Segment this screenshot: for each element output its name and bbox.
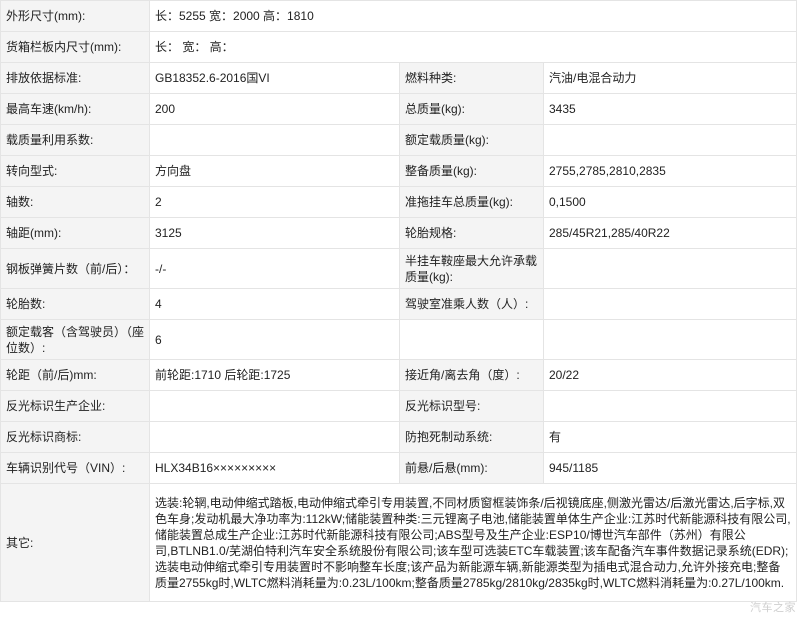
- spec-row-wheelbase: 轴距(mm): 3125 轮胎规格: 285/45R21,285/40R22: [0, 217, 798, 249]
- label-reflector-maker: 反光标识生产企业:: [0, 390, 150, 422]
- value-trailer-mass: 0,1500: [542, 186, 798, 218]
- vehicle-spec-table: 外形尺寸(mm): 长：5255 宽：2000 高：1810 货箱栏板内尺寸(m…: [0, 0, 798, 602]
- label-rated-load: 额定载质量(kg):: [399, 124, 544, 156]
- value-rated-load: [542, 124, 798, 156]
- label-trailer-mass: 准拖挂车总质量(kg):: [399, 186, 544, 218]
- label-cab-capacity: 驾驶室准乘人数（人）:: [399, 288, 544, 320]
- value-wheelbase: 3125: [149, 217, 400, 249]
- label-tire-spec: 轮胎规格:: [399, 217, 544, 249]
- label-dimensions: 外形尺寸(mm):: [0, 0, 150, 32]
- spec-row-other: 其它: 选装:轮辋,电动伸缩式踏板,电动伸缩式牵引专用装置,不同材质窗框装饰条/…: [0, 483, 798, 602]
- spec-row-speed: 最高车速(km/h): 200 总质量(kg): 3435: [0, 93, 798, 125]
- label-overhang: 前悬/后悬(mm):: [399, 452, 544, 484]
- value-gross-mass: 3435: [542, 93, 798, 125]
- label-vin: 车辆识别代号（VIN）:: [0, 452, 150, 484]
- spec-row-reflector-brand: 反光标识商标: 防抱死制动系统: 有: [0, 421, 798, 453]
- value-cab-capacity: [542, 288, 798, 320]
- value-saddle-load: [542, 248, 798, 289]
- label-emission-standard: 排放依据标准:: [0, 62, 150, 94]
- value-load-factor: [149, 124, 400, 156]
- value-tire-spec: 285/45R21,285/40R22: [542, 217, 798, 249]
- label-gross-mass: 总质量(kg):: [399, 93, 544, 125]
- spec-row-axles: 轴数: 2 准拖挂车总质量(kg): 0,1500: [0, 186, 798, 218]
- label-seat-count: 额定载客（含驾驶员）（座位数）:: [0, 319, 150, 360]
- label-other: 其它:: [0, 483, 150, 602]
- label-fuel-type: 燃料种类:: [399, 62, 544, 94]
- label-reflector-brand: 反光标识商标:: [0, 421, 150, 453]
- value-other-notes: 选装:轮辋,电动伸缩式踏板,电动伸缩式牵引专用装置,不同材质窗框装饰条/后视镜底…: [148, 483, 798, 602]
- spec-row-reflector-maker: 反光标识生产企业: 反光标识型号:: [0, 390, 798, 422]
- spec-row-cargo-box: 货箱栏板内尺寸(mm): 长： 宽： 高：: [0, 31, 798, 63]
- value-abs: 有: [542, 421, 798, 453]
- label-cargo-box: 货箱栏板内尺寸(mm):: [0, 31, 150, 63]
- label-leaf-spring: 钢板弹簧片数（前/后）：: [0, 248, 150, 289]
- label-abs: 防抱死制动系统:: [399, 421, 544, 453]
- label-axle-count: 轴数:: [0, 186, 150, 218]
- label-max-speed: 最高车速(km/h):: [0, 93, 150, 125]
- label-load-factor: 载质量利用系数:: [0, 124, 150, 156]
- spec-row-load: 载质量利用系数: 额定载质量(kg):: [0, 124, 798, 156]
- spec-row-steering: 转向型式: 方向盘 整备质量(kg): 2755,2785,2810,2835: [0, 155, 798, 187]
- value-fuel-type: 汽油/电混合动力: [542, 62, 798, 94]
- label-reflector-model: 反光标识型号:: [399, 390, 544, 422]
- value-max-speed: 200: [149, 93, 400, 125]
- value-reflector-brand: [149, 421, 400, 453]
- value-approach-departure: 20/22: [542, 359, 798, 391]
- spec-row-vin: 车辆识别代号（VIN）: HLX34B16××××××××× 前悬/后悬(mm)…: [0, 452, 798, 484]
- empty-label-cell: [399, 319, 544, 360]
- label-tire-count: 轮胎数:: [0, 288, 150, 320]
- empty-value-cell: [542, 319, 798, 360]
- spec-row-emission: 排放依据标准: GB18352.6-2016国VI 燃料种类: 汽油/电混合动力: [0, 62, 798, 94]
- value-reflector-model: [542, 390, 798, 422]
- value-reflector-maker: [149, 390, 400, 422]
- value-curb-mass: 2755,2785,2810,2835: [542, 155, 798, 187]
- label-approach-departure: 接近角/离去角（度）:: [399, 359, 544, 391]
- value-tire-count: 4: [149, 288, 400, 320]
- value-leaf-spring: -/-: [149, 248, 400, 289]
- value-steering: 方向盘: [149, 155, 400, 187]
- spec-row-leaf-spring: 钢板弹簧片数（前/后）： -/- 半挂车鞍座最大允许承载质量(kg):: [0, 248, 798, 289]
- spec-row-dimensions: 外形尺寸(mm): 长：5255 宽：2000 高：1810: [0, 0, 798, 32]
- spec-row-tires: 轮胎数: 4 驾驶室准乘人数（人）:: [0, 288, 798, 320]
- label-wheelbase: 轴距(mm):: [0, 217, 150, 249]
- label-curb-mass: 整备质量(kg):: [399, 155, 544, 187]
- value-seat-count: 6: [149, 319, 400, 360]
- value-cargo-box: 长： 宽： 高：: [148, 31, 798, 63]
- label-track-width: 轮距（前/后)mm:: [0, 359, 150, 391]
- spec-row-track: 轮距（前/后)mm: 前轮距:1710 后轮距:1725 接近角/离去角（度）:…: [0, 359, 798, 391]
- spec-row-seats: 额定载客（含驾驶员）（座位数）: 6: [0, 319, 798, 360]
- label-saddle-load: 半挂车鞍座最大允许承载质量(kg):: [399, 248, 544, 289]
- value-track-width: 前轮距:1710 后轮距:1725: [149, 359, 400, 391]
- value-overhang: 945/1185: [542, 452, 798, 484]
- value-axle-count: 2: [149, 186, 400, 218]
- value-emission-standard: GB18352.6-2016国VI: [149, 62, 400, 94]
- label-steering: 转向型式:: [0, 155, 150, 187]
- value-vin: HLX34B16×××××××××: [149, 452, 400, 484]
- value-dimensions: 长：5255 宽：2000 高：1810: [148, 0, 798, 32]
